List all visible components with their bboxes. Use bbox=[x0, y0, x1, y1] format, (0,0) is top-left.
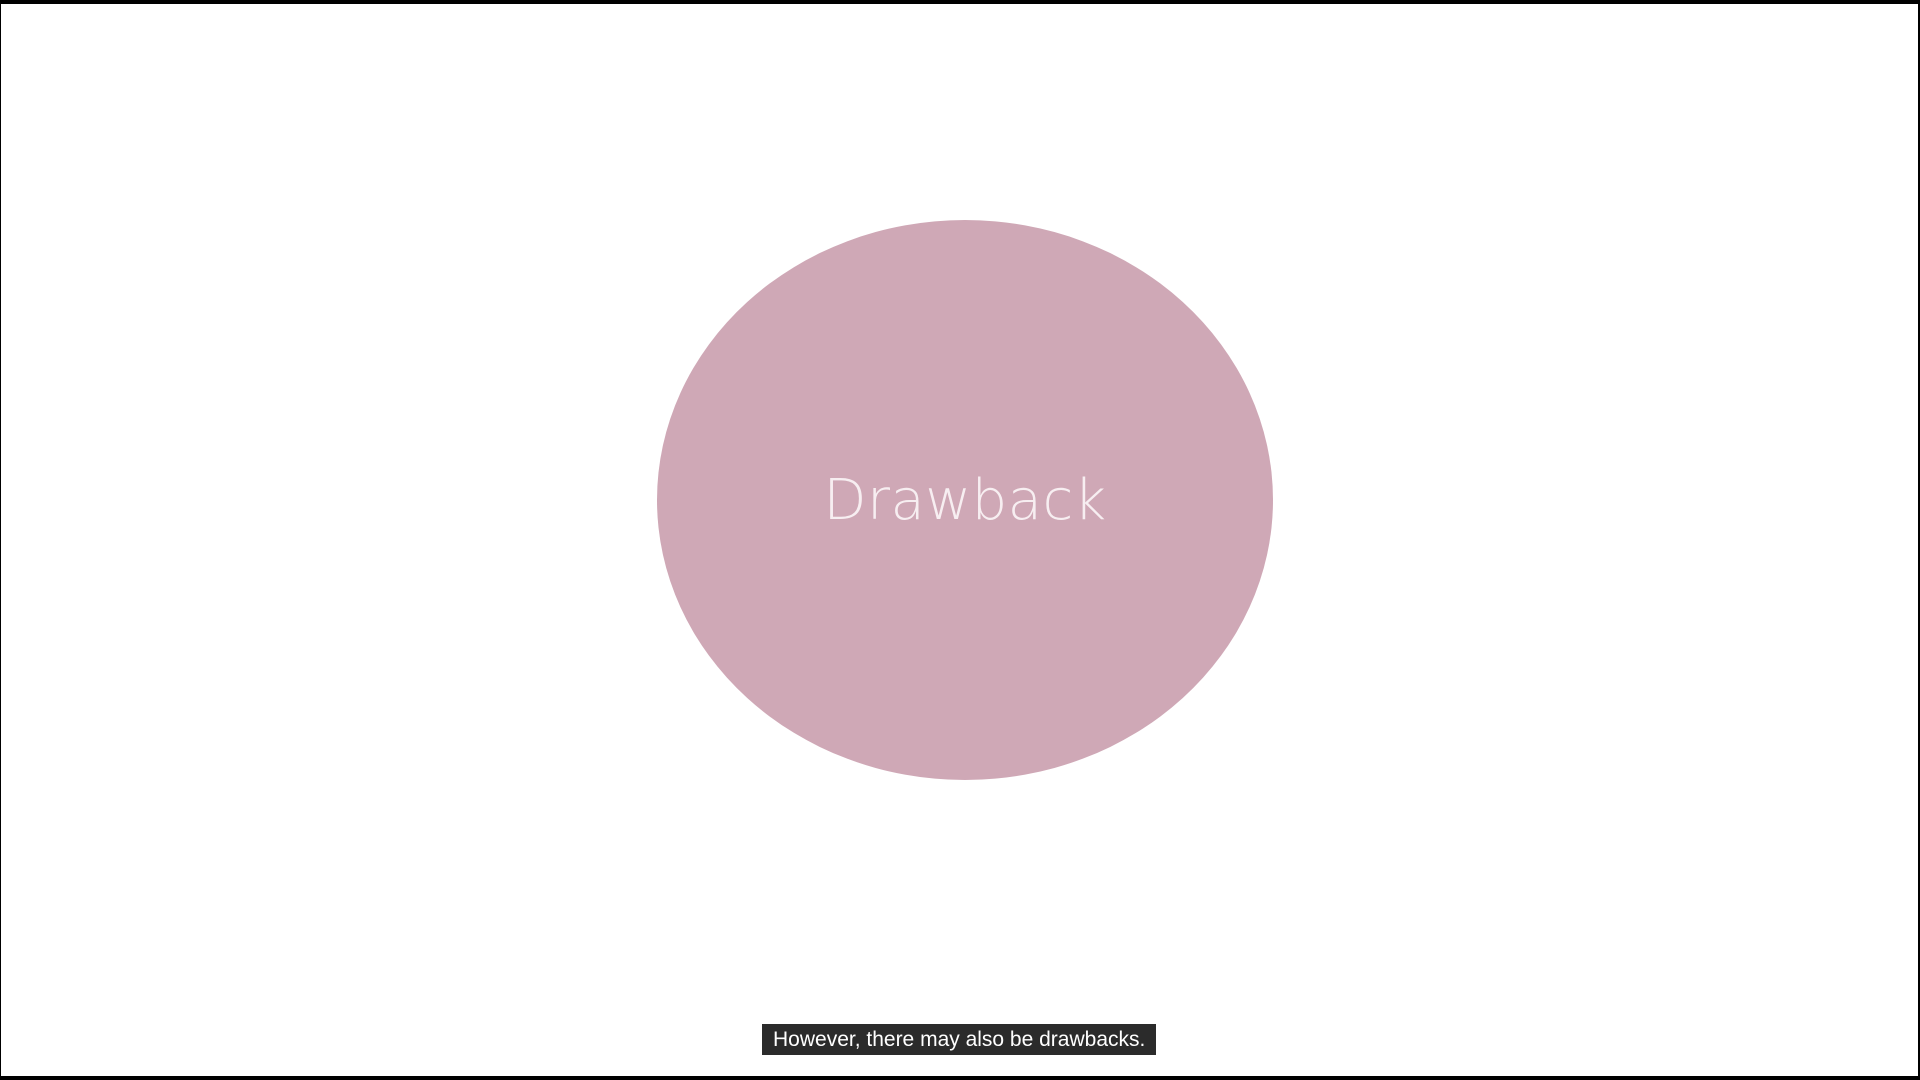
drawback-circle: Drawback bbox=[657, 220, 1273, 780]
subtitle-caption: However, there may also be drawbacks. bbox=[762, 1024, 1157, 1055]
video-frame: Drawback However, there may also be draw… bbox=[0, 0, 1920, 1080]
presentation-slide: Drawback bbox=[1, 4, 1918, 1076]
circle-label: Drawback bbox=[823, 467, 1107, 533]
